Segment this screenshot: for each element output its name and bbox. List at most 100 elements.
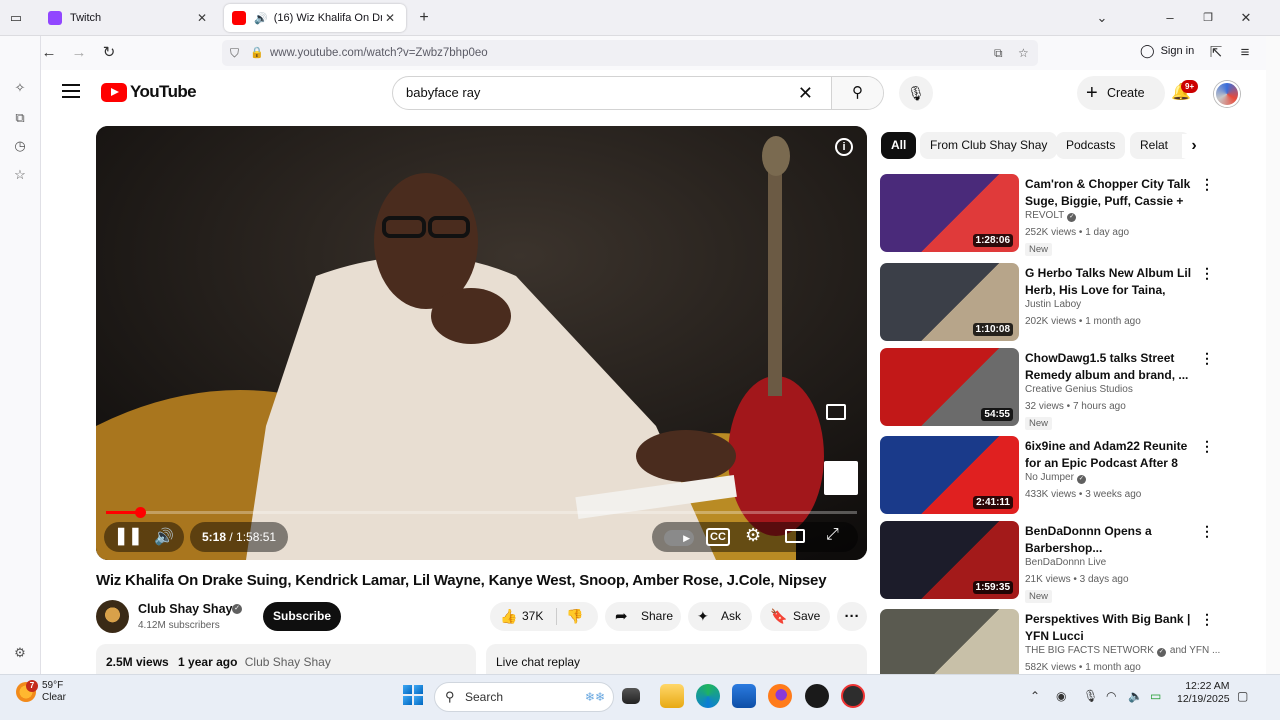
bookmarks-icon[interactable]: ☆ xyxy=(10,165,30,185)
recommendation-channel[interactable]: BenDaDonnn Live xyxy=(1025,557,1106,568)
tray-mic-icon[interactable]: 🎙 xyxy=(1083,689,1098,703)
pause-icon[interactable]: ❚❚ xyxy=(114,526,143,546)
window-restore-icon[interactable]: ❐ xyxy=(1198,8,1218,28)
channel-avatar[interactable] xyxy=(96,600,129,633)
reload-icon[interactable]: ↻ xyxy=(97,42,121,64)
url-bar[interactable]: ⛉ 🔒 www.youtube.com/watch?v=Zwbz7bhp0eo … xyxy=(222,40,1038,66)
app-menu-icon[interactable]: ≡ xyxy=(1233,42,1257,64)
taskbar-search[interactable]: ⚲ Search ❄❄ xyxy=(434,682,614,712)
tab-audio-icon[interactable]: 🔊 xyxy=(254,12,268,25)
recommendation-card[interactable]: 2:41:11 6ix9ine and Adam22 Reunite for an… xyxy=(880,436,1220,516)
search-button[interactable]: ⚲ xyxy=(831,77,883,109)
video-thumbnail[interactable]: 2:41:11 xyxy=(880,436,1019,514)
taskbar-clock[interactable]: 12:22 AM 12/19/2025 xyxy=(1177,680,1230,706)
sidebar-settings-icon[interactable]: ⚙ xyxy=(10,643,30,663)
autoplay-toggle-icon[interactable]: ▶ xyxy=(664,530,694,546)
volume-icon[interactable]: 🔊 xyxy=(154,527,174,547)
settings-gear-icon[interactable]: ⚙ xyxy=(745,525,761,546)
search-input[interactable]: babyface ray ✕ ⚲ xyxy=(392,76,884,110)
like-thumb-icon[interactable]: 👍 xyxy=(500,602,517,631)
new-tab-icon[interactable]: + xyxy=(414,8,434,28)
more-options-icon[interactable]: ⋮ xyxy=(1200,176,1214,193)
extensions-icon[interactable]: ⇱ xyxy=(1204,42,1228,64)
history-icon[interactable]: ◷ xyxy=(10,136,30,156)
share-button[interactable]: ➦ Share xyxy=(605,602,681,631)
notification-center-icon[interactable]: ▢ xyxy=(1237,689,1248,703)
url-text[interactable]: www.youtube.com/watch?v=Zwbz7bhp0eo xyxy=(270,47,488,59)
start-windows-icon[interactable] xyxy=(403,685,423,705)
ask-button[interactable]: ✦ Ask xyxy=(688,602,752,631)
chip-related[interactable]: Relat xyxy=(1130,132,1190,159)
forward-icon[interactable]: → xyxy=(67,42,91,64)
search-query[interactable]: babyface ray xyxy=(406,85,480,100)
recommendation-card[interactable]: 1:28:06 Cam'ron & Chopper City Talk Suge,… xyxy=(880,174,1220,256)
captions-icon[interactable]: CC xyxy=(706,528,730,546)
youtube-logo[interactable]: YouTube xyxy=(101,82,197,102)
video-thumbnail[interactable]: 54:55 xyxy=(880,348,1019,426)
task-view-icon[interactable] xyxy=(622,688,640,704)
recommendation-channel[interactable]: THE BIG FACTS NETWORK ✓ and YFN ... xyxy=(1025,645,1220,657)
subscribe-button[interactable]: Subscribe xyxy=(263,602,341,631)
recommendation-title[interactable]: Perspektives With Big Bank | YFN Lucci xyxy=(1025,611,1195,644)
progress-bar[interactable] xyxy=(106,507,857,518)
window-close-icon[interactable]: ✕ xyxy=(1236,8,1256,28)
account-signin[interactable]: ◯ Sign in xyxy=(1140,43,1194,59)
recommendation-title[interactable]: 6ix9ine and Adam22 Reunite for an Epic P… xyxy=(1025,438,1195,472)
bookmark-star-icon[interactable]: ☆ xyxy=(1018,40,1029,66)
firefox-icon[interactable] xyxy=(768,684,792,708)
guide-menu-icon[interactable] xyxy=(62,84,80,98)
weather-widget[interactable]: 7 59°F Clear xyxy=(16,680,66,704)
file-explorer-icon[interactable] xyxy=(660,684,684,708)
more-actions-button[interactable]: ··· xyxy=(837,602,867,631)
theater-mode-icon[interactable] xyxy=(785,529,805,543)
recommendation-card[interactable]: 54:55 ChowDawg1.5 talks Street Remedy alb… xyxy=(880,348,1220,430)
tab-close-icon[interactable]: ✕ xyxy=(382,11,398,25)
recommendation-title[interactable]: G Herbo Talks New Album Lil Herb, His Lo… xyxy=(1025,265,1195,299)
chips-next-chevron-icon[interactable]: › xyxy=(1182,134,1206,158)
tray-network-app-icon[interactable]: ◉ xyxy=(1056,689,1066,703)
window-minimize-icon[interactable]: – xyxy=(1160,8,1180,28)
recommendation-card[interactable]: 1:59:35 BenDaDonnn Opens a Barbershop... B… xyxy=(880,521,1220,603)
video-thumbnail[interactable]: 1:28:06 xyxy=(880,174,1019,252)
video-player[interactable]: i ❚❚ 🔊 5:18 / 1:58:51 ▶ CC ⚙ ⤢ xyxy=(96,126,867,560)
tab-youtube[interactable]: 🔊 (16) Wiz Khalifa On Drake S ✕ xyxy=(224,4,406,32)
more-options-icon[interactable]: ⋮ xyxy=(1200,611,1214,628)
clear-search-icon[interactable]: ✕ xyxy=(798,77,813,109)
channel-name[interactable]: Club Shay Shay xyxy=(138,602,232,616)
translate-icon[interactable]: ⧉ xyxy=(994,40,1003,66)
user-avatar[interactable] xyxy=(1214,81,1240,107)
page-scrollbar[interactable] xyxy=(1266,36,1280,674)
synced-tabs-icon[interactable]: ⧉ xyxy=(10,108,30,128)
create-button[interactable]: + Create xyxy=(1077,76,1165,110)
tab-close-icon[interactable]: ✕ xyxy=(194,11,210,25)
video-thumbnail[interactable]: 1:10:08 xyxy=(880,263,1019,341)
progress-scrubber[interactable] xyxy=(134,507,146,518)
edge-browser-icon[interactable] xyxy=(696,684,720,708)
recommendation-channel[interactable]: REVOLT ✓ xyxy=(1025,210,1077,222)
chip-podcasts[interactable]: Podcasts xyxy=(1056,132,1126,159)
recommendation-channel[interactable]: Creative Genius Studios xyxy=(1025,384,1133,395)
channel-watermark-icon[interactable] xyxy=(824,461,858,495)
wifi-icon[interactable]: ◠ xyxy=(1106,689,1116,703)
video-thumbnail[interactable]: 1:59:35 xyxy=(880,521,1019,599)
info-icon[interactable]: i xyxy=(835,138,853,156)
tab-twitch[interactable]: Twitch ✕ xyxy=(40,4,218,32)
battery-icon[interactable]: ▭ xyxy=(1150,689,1161,703)
lock-icon[interactable]: 🔒 xyxy=(250,40,264,66)
recommendation-title[interactable]: ChowDawg1.5 talks Street Remedy album an… xyxy=(1025,350,1195,383)
chat-app-icon[interactable] xyxy=(805,684,829,708)
chip-all[interactable]: All xyxy=(881,132,917,159)
speaker-icon[interactable]: 🔈 xyxy=(1128,689,1143,703)
app-notification-icon[interactable] xyxy=(841,684,865,708)
recommendation-card[interactable]: 1:10:08 G Herbo Talks New Album Lil Herb,… xyxy=(880,263,1220,343)
like-count[interactable]: 37K xyxy=(522,602,543,631)
miniplayer-icon[interactable] xyxy=(826,404,846,420)
recommendation-channel[interactable]: Justin Laboy xyxy=(1025,299,1081,310)
ai-chat-icon[interactable]: ✧ xyxy=(10,78,30,98)
recommendation-channel[interactable]: No Jumper ✓ xyxy=(1025,472,1086,484)
tab-overflow-chevron-icon[interactable]: ⌄ xyxy=(1092,8,1112,28)
tray-overflow-chevron-icon[interactable]: ⌃ xyxy=(1030,689,1040,703)
fullscreen-icon[interactable]: ⤢ xyxy=(826,526,839,544)
chip-from-channel[interactable]: From Club Shay Shay xyxy=(920,132,1058,159)
more-options-icon[interactable]: ⋮ xyxy=(1200,523,1214,540)
